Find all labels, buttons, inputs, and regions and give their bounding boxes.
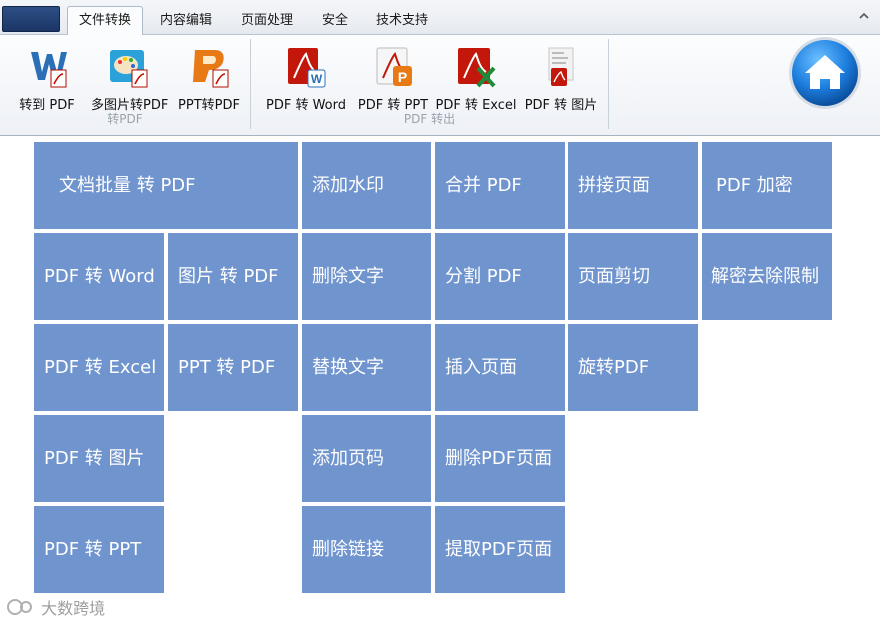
group-separator (608, 39, 609, 129)
word-to-pdf-icon (31, 52, 67, 88)
tile-rotate-pdf[interactable]: 旋转PDF (568, 324, 698, 411)
tile-pdf-to-image[interactable]: PDF 转 图片 (34, 415, 164, 502)
tile-delete-text[interactable]: 删除文字 (302, 233, 431, 320)
application-menu-button[interactable] (2, 6, 60, 32)
group-to-pdf-label: 转PDF (107, 112, 143, 126)
group-to-pdf: 转到 PDF 多图片转PDF PPT转PDF 转PDF (0, 35, 250, 135)
word-to-pdf-button[interactable]: 转到 PDF (16, 41, 78, 113)
tile-pdf-to-excel[interactable]: PDF 转 Excel (34, 324, 164, 411)
group-pdf-out: W PDF 转 Word P PDF 转 PPT PDF 转 Excel PDF… (251, 35, 608, 135)
tile-insert-page[interactable]: 插入页面 (435, 324, 565, 411)
ribbon-tab-bar: 文件转换 内容编辑 页面处理 安全 技术支持 (0, 0, 880, 36)
watermark-text: 大数跨境 (41, 599, 106, 618)
pdf-to-image-button[interactable]: PDF 转 图片 (525, 41, 597, 113)
tile-batch-to-pdf[interactable]: 文档批量 转 PDF (34, 142, 298, 229)
svg-text:P: P (398, 69, 407, 85)
watermark-logo-icon (7, 599, 32, 615)
images-to-pdf-icon (110, 50, 148, 88)
tab-security[interactable]: 安全 (312, 9, 358, 35)
pdf-to-ppt-icon: P (376, 47, 412, 86)
ribbon-panel: 转到 PDF 多图片转PDF PPT转PDF 转PDF W PDF 转 Word… (0, 35, 880, 136)
pdf-to-ppt-button[interactable]: P PDF 转 PPT (358, 41, 428, 113)
tile-split-pdf[interactable]: 分割 PDF (435, 233, 565, 320)
collapse-ribbon-icon[interactable] (858, 10, 870, 22)
tab-page-process[interactable]: 页面处理 (231, 9, 303, 35)
pdf-to-image-icon (548, 47, 574, 86)
home-icon[interactable] (787, 35, 863, 111)
tab-content-edit[interactable]: 内容编辑 (150, 9, 222, 35)
function-tile-grid: 文档批量 转 PDF 添加水印 合并 PDF 拼接页面 PDF 加密 PDF 转… (0, 137, 880, 625)
group-pdf-out-label: PDF 转出 (403, 112, 456, 126)
watermark: 大数跨境 (6, 595, 105, 619)
tile-pdf-to-ppt[interactable]: PDF 转 PPT (34, 506, 164, 593)
svg-text:W: W (311, 72, 323, 86)
tile-delete-pdf-page[interactable]: 删除PDF页面 (435, 415, 565, 502)
tile-join-pages[interactable]: 拼接页面 (568, 142, 698, 229)
tile-crop-page[interactable]: 页面剪切 (568, 233, 698, 320)
tab-tech-support[interactable]: 技术支持 (366, 9, 438, 35)
tile-encrypt-pdf[interactable]: PDF 加密 (702, 142, 832, 229)
tile-add-page-number[interactable]: 添加页码 (302, 415, 431, 502)
tile-extract-pdf-page[interactable]: 提取PDF页面 (435, 506, 565, 593)
pdf-to-excel-button[interactable]: PDF 转 Excel (435, 41, 517, 113)
pdf-to-word-icon: W (288, 48, 326, 88)
tab-file-convert[interactable]: 文件转换 (67, 6, 143, 36)
tile-pdf-to-word[interactable]: PDF 转 Word (34, 233, 164, 320)
tile-decrypt[interactable]: 解密去除限制 (702, 233, 832, 320)
tile-add-watermark[interactable]: 添加水印 (302, 142, 431, 229)
images-to-pdf-button[interactable]: 多图片转PDF (91, 41, 168, 113)
tile-merge-pdf[interactable]: 合并 PDF (435, 142, 565, 229)
tile-replace-text[interactable]: 替换文字 (302, 324, 431, 411)
pdf-to-word-button[interactable]: W PDF 转 Word (266, 41, 346, 113)
ppt-to-pdf-button[interactable]: PPT转PDF (178, 41, 240, 113)
tile-delete-link[interactable]: 删除链接 (302, 506, 431, 593)
ppt-to-pdf-icon (193, 50, 229, 88)
tile-image-to-pdf[interactable]: 图片 转 PDF (168, 233, 298, 320)
tile-ppt-to-pdf[interactable]: PPT 转 PDF (168, 324, 298, 411)
pdf-to-excel-icon (458, 48, 496, 88)
